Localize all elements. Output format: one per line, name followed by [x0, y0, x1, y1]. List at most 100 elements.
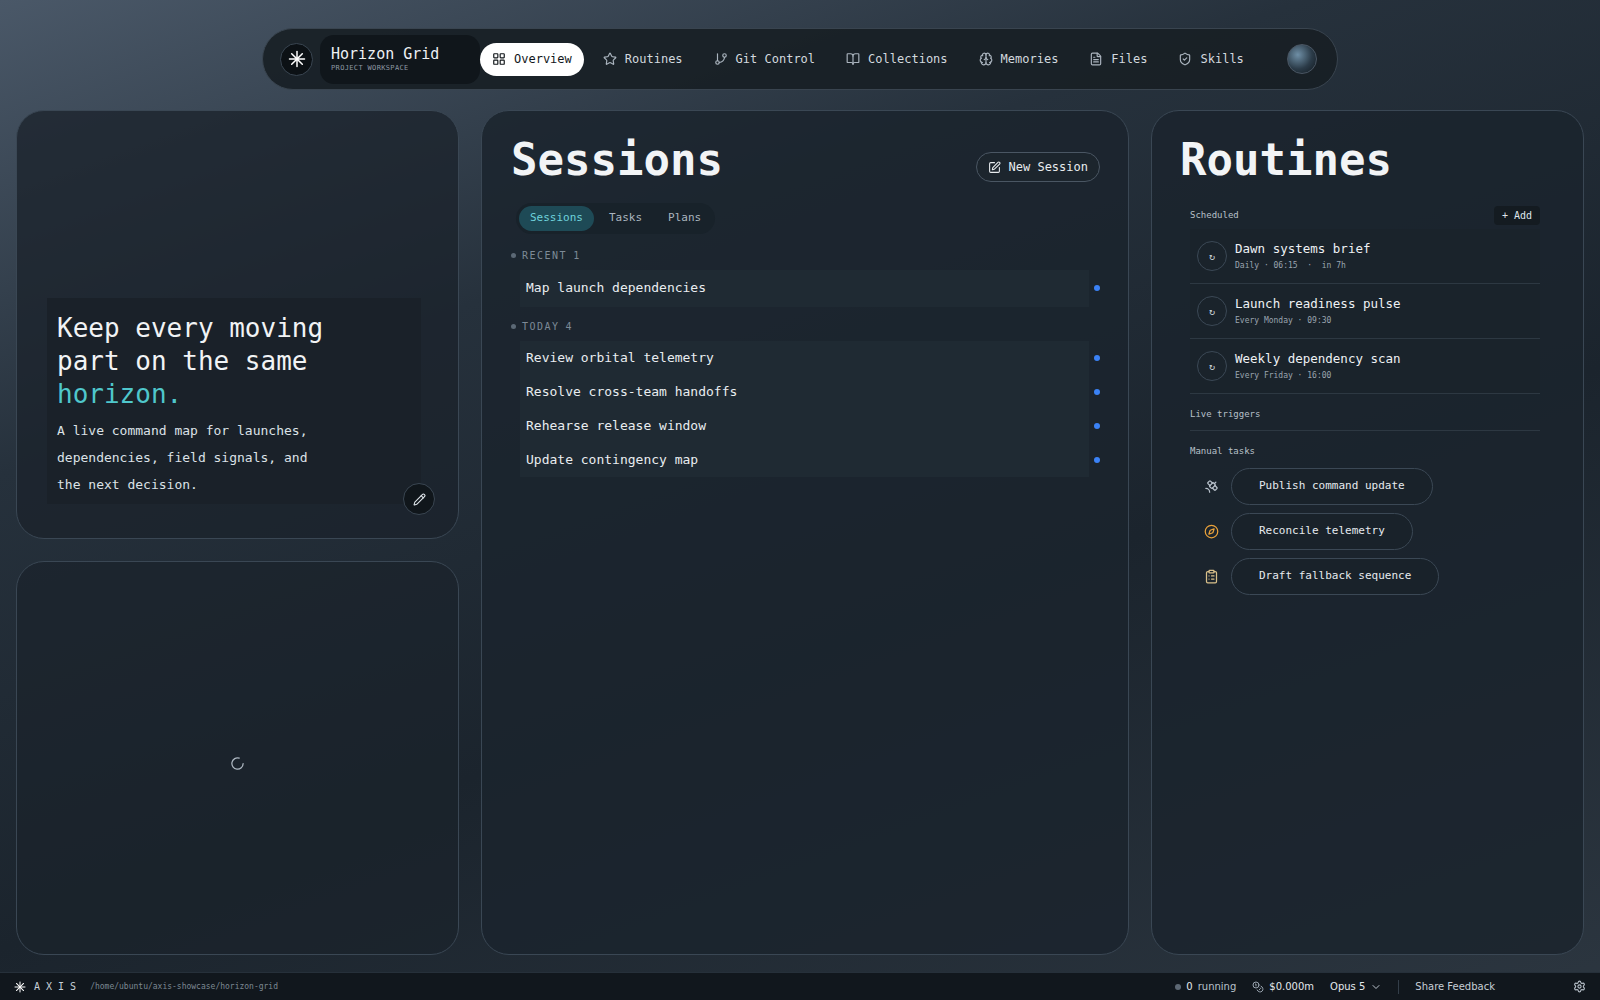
session-row[interactable]: Review orbital telemetry	[520, 341, 1100, 375]
workspace-title: Horizon Grid	[331, 45, 469, 63]
tab-label: Files	[1111, 50, 1147, 68]
hero-headline: Keep every moving part on the same horiz…	[57, 312, 357, 411]
logo-badge[interactable]	[280, 43, 313, 76]
running-count: 0	[1186, 979, 1192, 994]
tab-icon	[1178, 52, 1192, 66]
scheduled-header: Scheduled+ Add	[1190, 206, 1540, 225]
avatar[interactable]	[1287, 44, 1317, 74]
sessions-tab[interactable]: Plans	[657, 206, 712, 231]
manual-task-button[interactable]: Publish command update	[1231, 468, 1433, 505]
routine-schedule: Daily · 06:15 · in 7h	[1235, 261, 1370, 271]
routines-title: Routines	[1180, 133, 1555, 187]
tab-label: Skills	[1200, 50, 1243, 68]
model-select[interactable]: Opus 5	[1330, 979, 1382, 994]
session-row[interactable]: Map launch dependencies	[520, 270, 1100, 307]
new-session-label: New Session	[1009, 158, 1088, 176]
group-dot	[511, 324, 516, 329]
session-title: Resolve cross-team handoffs	[526, 382, 737, 402]
group-count: 4	[566, 319, 574, 334]
sessions-tabs: SessionsTasksPlans	[516, 203, 715, 234]
session-group: TODAY 4 Review orbital telemetry Resolve cr…	[511, 319, 1100, 477]
nav-tab[interactable]: Git Control	[702, 43, 827, 76]
routine-icon: ↻	[1197, 351, 1227, 381]
routine-name: Launch readiness pulse	[1235, 296, 1401, 312]
nav-tab[interactable]: Memories	[967, 43, 1071, 76]
group-label: TODAY 4	[511, 319, 1100, 334]
tab-label: Memories	[1001, 50, 1059, 68]
tab-icon	[846, 52, 860, 66]
new-session-button[interactable]: New Session	[976, 152, 1100, 182]
session-group: RECENT1 Map launch dependencies	[511, 248, 1100, 307]
nav-tab[interactable]: Routines	[591, 43, 695, 76]
routine-schedule: Every Monday · 09:30	[1235, 316, 1401, 326]
asterisk-logo-icon	[288, 50, 306, 68]
gear-icon[interactable]	[1573, 980, 1586, 993]
group-name: RECENT	[522, 248, 567, 263]
feedback-link[interactable]: Share Feedback	[1415, 979, 1495, 994]
session-title: Map launch dependencies	[526, 278, 706, 298]
session-status-dot	[1094, 389, 1100, 395]
sessions-title: Sessions	[511, 133, 723, 187]
session-title: Rehearse release window	[526, 416, 706, 436]
manual-list: Publish command update Reconcile telemetr…	[1190, 468, 1540, 595]
hero-body: A live command map for launches, depende…	[57, 417, 319, 498]
cost-value: $0.000m	[1269, 979, 1314, 994]
session-row[interactable]: Rehearse release window	[520, 409, 1100, 443]
manual-label: Manual tasks	[1190, 445, 1540, 459]
routine-name: Weekly dependency scan	[1235, 351, 1401, 367]
axis-logo-icon	[14, 981, 26, 993]
compose-icon	[988, 161, 1001, 174]
session-status-dot	[1094, 423, 1100, 429]
manual-task-button[interactable]: Reconcile telemetry	[1231, 513, 1413, 550]
session-groups: RECENT1 Map launch dependencies TODAY 4 Revi…	[511, 248, 1100, 477]
tab-icon	[492, 52, 506, 66]
chevron-down-icon	[1370, 981, 1382, 993]
routines-body: Scheduled+ Add ↻ Dawn systems brief Daily ·…	[1180, 206, 1555, 595]
scheduled-routine[interactable]: ↻ Weekly dependency scan Every Friday · 16…	[1190, 339, 1540, 394]
scheduled-routine[interactable]: ↻Launch readiness pulseEvery Monday · 09…	[1190, 284, 1540, 339]
tab-icon	[603, 52, 617, 66]
session-status-dot	[1094, 285, 1100, 291]
group-name: TODAY	[522, 319, 560, 334]
tab-icon	[979, 52, 993, 66]
edit-button[interactable]	[403, 483, 435, 515]
running-dot	[1175, 984, 1181, 990]
tab-icon	[714, 52, 728, 66]
dashboard: Keep every moving part on the same horiz…	[0, 110, 1600, 972]
session-title: Update contingency map	[526, 450, 698, 470]
status-divider	[1398, 980, 1399, 994]
manual-task: Reconcile telemetry	[1190, 513, 1540, 550]
sessions-tab[interactable]: Tasks	[598, 206, 653, 231]
sessions-card: SessionsNew SessionSessionsTasksPlansREC…	[481, 110, 1129, 955]
workspace-brand[interactable]: Horizon GridPROJECT WORKSPACE	[320, 35, 480, 84]
top-nav: Horizon GridPROJECT WORKSPACE Overview Rou…	[262, 28, 1338, 90]
sessions-tab[interactable]: Sessions	[519, 206, 594, 231]
tab-icon	[1089, 52, 1103, 66]
session-list: Review orbital telemetry Resolve cross-te…	[511, 341, 1100, 477]
tab-label: Routines	[625, 50, 683, 68]
nav-tabs: Overview Routines Git Control Collections Me…	[480, 43, 1256, 76]
status-brand: A X I S	[34, 979, 76, 994]
nav-tab[interactable]: Collections	[834, 43, 959, 76]
left-column: Keep every moving part on the same horiz…	[16, 110, 459, 955]
nav-tab[interactable]: Files	[1077, 43, 1159, 76]
task-icon	[1204, 569, 1219, 584]
nav-tab[interactable]: Skills	[1166, 43, 1255, 76]
session-row[interactable]: Update contingency map	[520, 443, 1100, 477]
routine-schedule: Every Friday · 16:00	[1235, 371, 1401, 381]
group-label: RECENT1	[511, 248, 1100, 263]
model-label: Opus 5	[1330, 979, 1365, 994]
manual-task-button[interactable]: Draft fallback sequence	[1231, 558, 1439, 595]
session-row[interactable]: Resolve cross-team handoffs	[520, 375, 1100, 409]
workspace-subtitle: PROJECT WORKSPACE	[331, 63, 469, 73]
live-triggers-label: Live triggers	[1190, 408, 1540, 431]
nav-tab[interactable]: Overview	[480, 43, 584, 76]
add-routine-button[interactable]: + Add	[1494, 206, 1540, 225]
tab-label: Overview	[514, 50, 572, 68]
tab-label: Git Control	[736, 50, 815, 68]
group-dot	[511, 253, 516, 258]
routine-name: Dawn systems brief	[1235, 241, 1370, 257]
session-list: Map launch dependencies	[511, 270, 1100, 307]
manual-task: Publish command update	[1190, 468, 1540, 505]
scheduled-routine[interactable]: ↻Dawn systems briefDaily · 06:15 · in 7h	[1190, 229, 1540, 284]
